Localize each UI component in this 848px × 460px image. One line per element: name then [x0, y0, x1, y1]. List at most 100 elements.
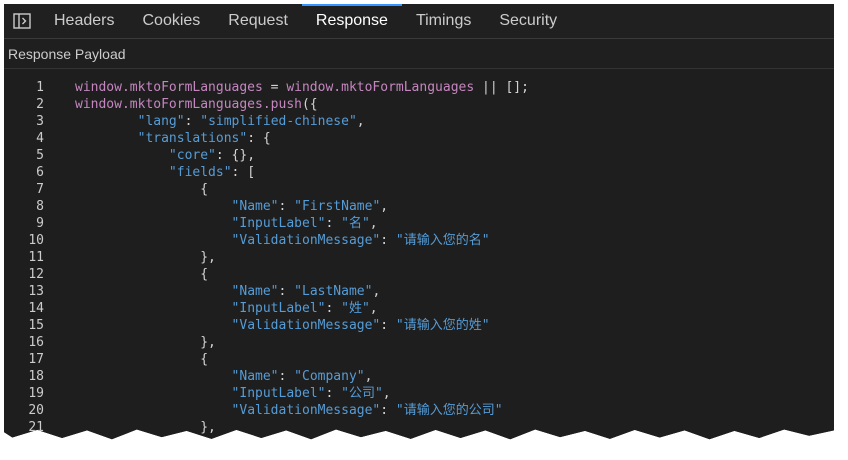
line-number: 7 — [36, 182, 44, 197]
code-text: "fields": [ — [75, 164, 255, 181]
code-token: : — [380, 318, 396, 333]
line-number: 21 — [28, 420, 44, 435]
code-token: "Company" — [294, 369, 365, 384]
code-token: "公司" — [341, 386, 383, 401]
line-number: 11 — [28, 250, 44, 265]
code-token: "姓" — [341, 301, 370, 316]
code-token: }, — [75, 335, 216, 350]
code-text: "InputLabel": "姓", — [75, 300, 378, 317]
code-text: "Name": "Company", — [75, 368, 373, 385]
code-token: "translations" — [137, 131, 248, 146]
line-number: 2 — [36, 97, 44, 112]
code-text: "InputLabel": "名", — [75, 215, 378, 232]
tab-bar: Headers Cookies Request Response Timings… — [4, 4, 834, 39]
code-token: , — [369, 301, 378, 316]
code-token: "请输入您的公司" — [395, 403, 503, 418]
code-token: }, — [75, 250, 216, 265]
code-token: window.mktoFormLanguages — [286, 80, 475, 95]
response-payload-header: Response Payload — [4, 39, 834, 69]
code-token: : — [325, 386, 342, 401]
code-text: "ValidationMessage": "请输入您的公司" — [75, 402, 503, 419]
code-token: { — [75, 182, 209, 197]
code-token: { — [75, 267, 209, 282]
line-number: 16 — [28, 335, 44, 350]
code-token: "请输入您的名" — [395, 233, 490, 248]
line-number: 15 — [28, 318, 44, 333]
code-text: "ValidationMessage": "请输入您的名" — [75, 232, 490, 249]
code-token: : — [184, 114, 201, 129]
code-token: ({ — [301, 97, 318, 112]
code-text: { — [75, 436, 209, 450]
line-number: 22 — [28, 437, 44, 450]
code-text: "Name": "FirstName", — [75, 198, 389, 215]
code-text: }, — [75, 334, 216, 351]
code-token: "LastName" — [294, 284, 373, 299]
code-text: window.mktoFormLanguages.push({ — [75, 96, 318, 113]
line-number: 17 — [28, 352, 44, 367]
code-token: , — [364, 369, 373, 384]
code-text: "lang": "simplified-chinese", — [75, 113, 365, 130]
code-text: "core": {}, — [75, 147, 255, 164]
line-number: 12 — [28, 267, 44, 282]
line-number: 20 — [28, 403, 44, 418]
code-text: { — [75, 266, 208, 283]
code-token: }, — [75, 420, 216, 435]
code-viewer[interactable]: 1 window.mktoFormLanguages = window.mktoF… — [4, 70, 834, 450]
line-number: 10 — [28, 233, 44, 248]
code-text: "Name": "LastName", — [75, 283, 381, 300]
tab-security[interactable]: Security — [485, 4, 571, 38]
code-token: : {}, — [215, 148, 256, 163]
tab-request[interactable]: Request — [214, 4, 302, 38]
code-token: : — [278, 369, 295, 384]
code-token: "Name" — [231, 369, 279, 384]
code-token: , — [356, 114, 365, 129]
code-text: }, — [75, 419, 216, 436]
code-text: "translations": { — [75, 130, 271, 147]
code-token: : — [380, 403, 396, 418]
code-token: "FirstName" — [294, 199, 381, 214]
code-token: "lang" — [137, 114, 185, 129]
code-token: "InputLabel" — [231, 301, 326, 316]
code-token: "ValidationMessage" — [231, 403, 381, 418]
line-number: 8 — [36, 199, 44, 214]
code-token: window.mktoFormLanguages.push — [75, 97, 302, 112]
code-token: : { — [247, 131, 271, 146]
code-token: = — [262, 80, 287, 95]
line-number: 9 — [36, 216, 44, 231]
line-number: 13 — [28, 284, 44, 299]
code-token: : — [278, 199, 295, 214]
tab-response[interactable]: Response — [301, 4, 402, 38]
tab-headers[interactable]: Headers — [40, 4, 128, 38]
tab-cookies[interactable]: Cookies — [128, 4, 214, 38]
code-token: "InputLabel" — [231, 386, 326, 401]
line-number: 3 — [36, 114, 44, 129]
code-text: }, — [75, 249, 216, 266]
code-token: , — [382, 386, 391, 401]
code-token: , — [372, 284, 381, 299]
code-token: { — [75, 437, 209, 450]
line-number: 1 — [36, 80, 44, 95]
code-text: "InputLabel": "公司", — [75, 385, 391, 402]
devtools-panel: Headers Cookies Request Response Timings… — [4, 4, 834, 450]
line-number: 18 — [28, 369, 44, 384]
code-token: : — [278, 284, 295, 299]
code-text: { — [75, 181, 208, 198]
tab-timings[interactable]: Timings — [402, 4, 485, 38]
code-token: , — [369, 216, 378, 231]
code-token: "ValidationMessage" — [231, 233, 381, 248]
dock-panel-icon[interactable] — [4, 4, 40, 38]
code-token: { — [75, 352, 209, 367]
code-token: : [ — [231, 165, 256, 180]
code-token: : — [325, 301, 342, 316]
code-token: "Name" — [231, 199, 279, 214]
